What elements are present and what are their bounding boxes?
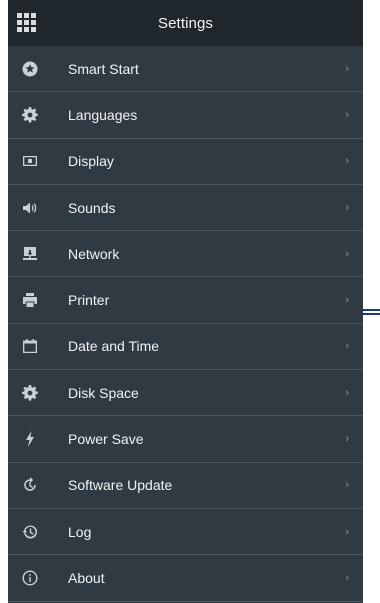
settings-item-sounds[interactable]: Sounds › xyxy=(8,185,363,232)
network-icon xyxy=(20,244,40,264)
chevron-right-icon: › xyxy=(345,247,349,260)
info-icon xyxy=(20,568,40,588)
chevron-right-icon: › xyxy=(345,386,349,399)
chevron-right-icon: › xyxy=(345,108,349,121)
chevron-right-icon: › xyxy=(345,294,349,307)
settings-item-label: Sounds xyxy=(68,199,116,216)
settings-item-about[interactable]: About › xyxy=(8,555,363,602)
settings-item-printer[interactable]: Printer › xyxy=(8,277,363,324)
history-icon xyxy=(20,522,40,542)
chevron-right-icon: › xyxy=(345,62,349,75)
star-icon xyxy=(20,59,40,79)
settings-item-label: Log xyxy=(68,523,92,540)
settings-item-power-save[interactable]: Power Save › xyxy=(8,416,363,463)
settings-item-disk-space[interactable]: Disk Space › xyxy=(8,370,363,417)
settings-item-label: Languages xyxy=(68,106,138,123)
chevron-right-icon: › xyxy=(345,155,349,168)
update-icon xyxy=(20,475,40,495)
settings-screen: Settings Smart Start › Languages › Displ… xyxy=(8,0,363,603)
settings-item-label: Printer xyxy=(68,292,110,309)
settings-item-label: Date and Time xyxy=(68,338,160,355)
settings-list: Smart Start › Languages › Display › Soun… xyxy=(8,46,363,602)
display-icon xyxy=(20,151,40,171)
chevron-right-icon: › xyxy=(345,433,349,446)
chevron-right-icon: › xyxy=(345,571,349,584)
speaker-icon xyxy=(20,198,40,218)
page-title: Settings xyxy=(158,14,213,32)
settings-item-label: Network xyxy=(68,245,120,262)
settings-item-label: About xyxy=(68,569,105,586)
settings-item-label: Smart Start xyxy=(68,60,139,77)
drag-handle[interactable] xyxy=(362,309,380,315)
settings-item-label: Disk Space xyxy=(68,384,139,401)
settings-item-label: Software Update xyxy=(68,477,173,494)
header-bar: Settings xyxy=(8,0,363,46)
printer-icon xyxy=(20,290,40,310)
lightning-icon xyxy=(20,429,40,449)
settings-item-languages[interactable]: Languages › xyxy=(8,92,363,139)
settings-item-label: Display xyxy=(68,153,114,170)
gear-icon xyxy=(20,383,40,403)
settings-item-smart-start[interactable]: Smart Start › xyxy=(8,46,363,93)
chevron-right-icon: › xyxy=(345,201,349,214)
chevron-right-icon: › xyxy=(345,340,349,353)
settings-item-label: Power Save xyxy=(68,431,144,448)
chevron-right-icon: › xyxy=(345,525,349,538)
settings-item-network[interactable]: Network › xyxy=(8,231,363,278)
gear-icon xyxy=(20,105,40,125)
settings-item-software-update[interactable]: Software Update › xyxy=(8,463,363,509)
settings-item-log[interactable]: Log › xyxy=(8,509,363,556)
apps-grid-icon[interactable] xyxy=(17,13,37,33)
calendar-icon xyxy=(20,336,40,356)
settings-item-display[interactable]: Display › xyxy=(8,139,363,185)
chevron-right-icon: › xyxy=(345,479,349,492)
settings-item-date-and-time[interactable]: Date and Time › xyxy=(8,324,363,371)
